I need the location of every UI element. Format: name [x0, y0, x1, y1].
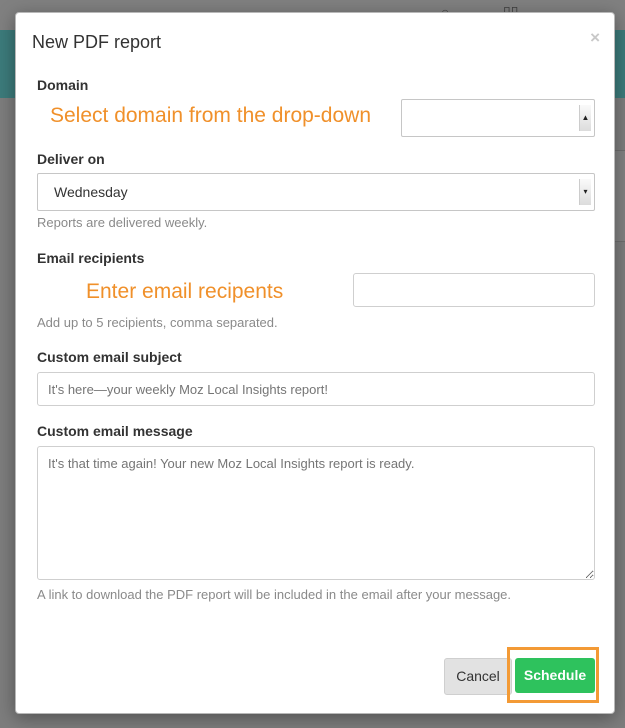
- domain-label: Domain: [37, 77, 89, 93]
- email-recipients-label: Email recipients: [37, 250, 145, 266]
- new-pdf-report-modal: New PDF report × Domain ▲ Select domain …: [15, 12, 615, 714]
- select-arrow-icon: ▲: [579, 105, 591, 131]
- email-recipients-help: Add up to 5 recipients, comma separated.: [37, 315, 278, 330]
- close-icon[interactable]: ×: [590, 28, 600, 48]
- message-label: Custom email message: [37, 423, 193, 439]
- deliver-on-label: Deliver on: [37, 151, 105, 167]
- message-textarea[interactable]: [37, 446, 595, 580]
- domain-annotation: Select domain from the drop-down: [50, 104, 371, 127]
- modal-title: New PDF report: [32, 32, 162, 52]
- schedule-button[interactable]: Schedule: [515, 658, 595, 693]
- email-recipients-input[interactable]: [353, 273, 595, 307]
- deliver-on-selected-value: Wednesday: [54, 184, 128, 200]
- domain-select[interactable]: ▲: [401, 99, 595, 137]
- subject-label: Custom email subject: [37, 349, 182, 365]
- cancel-button[interactable]: Cancel: [444, 658, 512, 695]
- subject-input[interactable]: [37, 372, 595, 406]
- deliver-on-help: Reports are delivered weekly.: [37, 215, 208, 230]
- message-help: A link to download the PDF report will b…: [37, 587, 512, 602]
- deliver-on-select[interactable]: Wednesday ▾: [37, 173, 595, 211]
- select-arrow-icon: ▾: [579, 179, 591, 205]
- email-recipients-annotation: Enter email recipents: [86, 280, 284, 303]
